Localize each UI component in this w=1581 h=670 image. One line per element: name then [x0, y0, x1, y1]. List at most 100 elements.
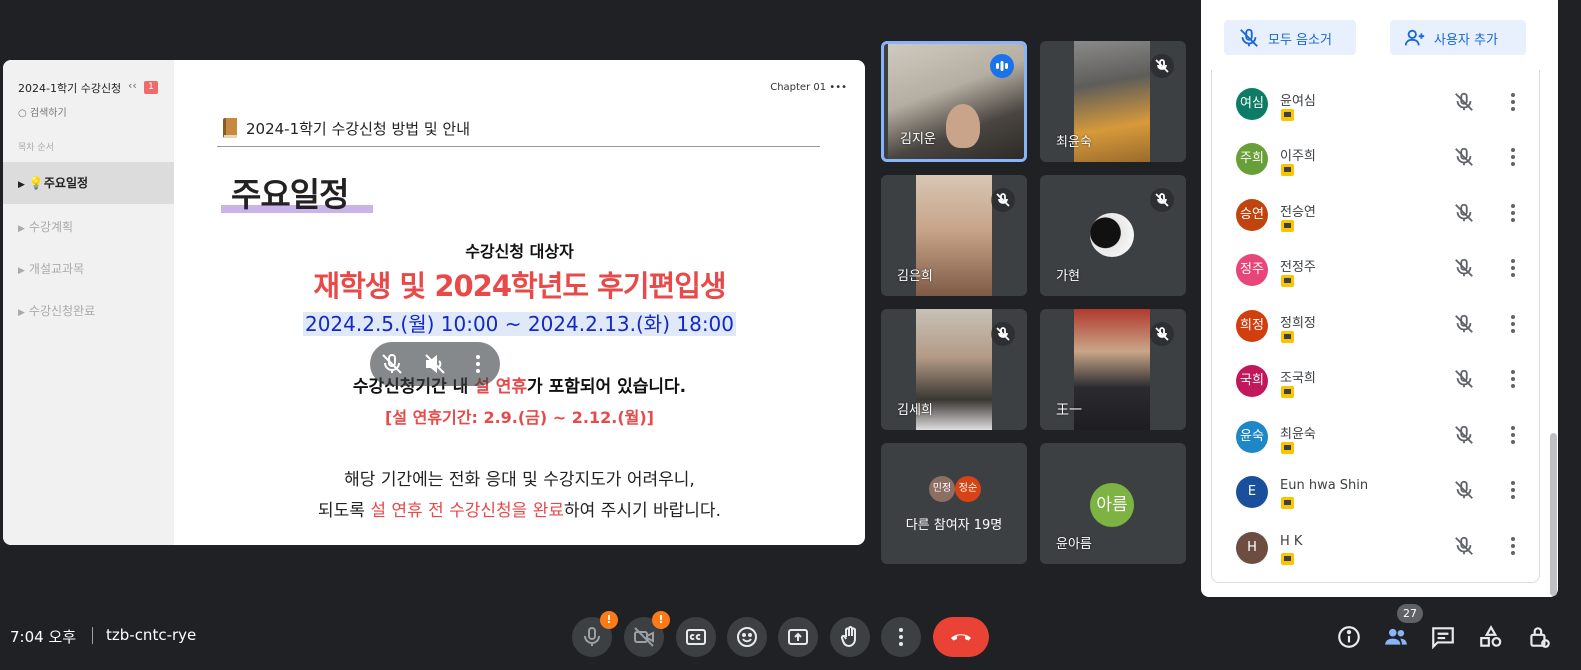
participant-name: 조국희	[1280, 371, 1316, 386]
scrollbar[interactable]	[1550, 433, 1557, 596]
book-icon	[223, 118, 237, 138]
hand-icon	[840, 626, 856, 648]
mic-off-icon[interactable]	[1453, 479, 1475, 501]
participant-tile[interactable]: 김지운	[881, 41, 1027, 162]
activities-icon[interactable]	[1478, 624, 1504, 650]
more-options-button[interactable]	[881, 617, 921, 657]
participant-name: 김은희	[897, 269, 933, 284]
list-item[interactable]: 국희 조국희	[1212, 350, 1541, 405]
avatar	[1090, 213, 1134, 257]
mic-off-icon	[1150, 188, 1174, 212]
mic-off-icon[interactable]	[1453, 313, 1475, 335]
avatar: 승연	[1236, 199, 1268, 231]
notice-text-end: 가 포함되어 있습니다.	[527, 377, 687, 397]
toc-item-label: 개설교과목	[28, 262, 85, 276]
info-highlight: 설 연휴 전 수강신청을 완료	[370, 501, 564, 521]
video-feed	[1074, 309, 1150, 430]
presenting-icon	[1281, 386, 1294, 398]
info-icon[interactable]	[1336, 624, 1362, 650]
captions-button[interactable]	[676, 617, 716, 657]
more-vert-icon[interactable]	[1504, 424, 1522, 446]
list-item[interactable]: 희정 정희정	[1212, 295, 1541, 350]
participant-name: 이주희	[1280, 149, 1316, 164]
raise-hand-button[interactable]	[830, 617, 870, 657]
search-icon: ○	[18, 108, 30, 119]
emoji-button[interactable]	[727, 617, 767, 657]
end-call-button[interactable]	[933, 617, 989, 657]
table-of-contents: 2024-1학기 수강신청 ‹‹ 1 ○ 검색하기 목차 순서 ▶ 💡주요일정 ▶…	[3, 60, 174, 545]
avatar: 국희	[1236, 365, 1268, 397]
chapter-label: Chapter 01 •••	[770, 82, 847, 93]
list-item[interactable]: 주희 이주희	[1212, 128, 1541, 183]
collapse-icon[interactable]: ‹‹	[128, 79, 137, 92]
list-item[interactable]: 윤숙 최윤숙	[1212, 406, 1541, 461]
mic-off-icon[interactable]	[380, 352, 404, 376]
mute-all-label: 모두 음소거	[1268, 33, 1332, 48]
participant-name: Eun hwa Shin	[1280, 478, 1369, 493]
mic-off-icon[interactable]	[1453, 202, 1475, 224]
participant-tile[interactable]: 王一	[1040, 309, 1186, 430]
others-tile[interactable]: 민정 정순 다른 참여자 19명	[881, 443, 1027, 564]
more-vert-icon[interactable]	[1504, 535, 1522, 557]
people-panel: 모두 음소거 사용자 추가 여심 윤여심 주희 이주희 승연 전승연 정주 전정…	[1201, 0, 1558, 597]
presenting-icon	[1281, 331, 1294, 343]
more-vert-icon[interactable]	[1504, 91, 1522, 113]
participant-name: H K	[1280, 534, 1303, 549]
toc-title: 2024-1학기 수강신청	[18, 82, 122, 95]
avatar: 윤숙	[1236, 421, 1268, 453]
registration-period: 2024.2.5.(월) 10:00 ~ 2024.2.13.(화) 18:00	[174, 308, 865, 337]
people-icon[interactable]	[1383, 624, 1409, 650]
info-text-end: 하여 주시기 바랍니다.	[564, 501, 721, 521]
more-vert-icon[interactable]	[1504, 313, 1522, 335]
participant-name: 김지운	[900, 132, 936, 147]
participant-tile[interactable]: 가현	[1040, 175, 1186, 296]
alert-badge: !	[652, 611, 670, 629]
participant-tile[interactable]: 아름 윤아름	[1040, 443, 1186, 564]
mic-icon	[584, 627, 600, 646]
toc-item-schedule[interactable]: ▶ 💡주요일정	[3, 162, 174, 204]
participant-name: 김세희	[897, 403, 933, 418]
presenting-icon	[1281, 164, 1294, 176]
presenting-icon	[1281, 553, 1294, 565]
participant-name: 가현	[1056, 269, 1080, 284]
toc-search[interactable]: ○ 검색하기	[18, 104, 67, 119]
participant-tile[interactable]: 최윤숙	[1040, 41, 1186, 162]
add-people-button[interactable]: 사용자 추가	[1390, 20, 1526, 55]
more-vert-icon[interactable]	[1504, 257, 1522, 279]
list-item[interactable]: H H K	[1212, 517, 1541, 572]
chat-icon[interactable]	[1430, 624, 1456, 650]
camera-button[interactable]: !	[624, 611, 670, 657]
list-item[interactable]: 여심 윤여심	[1212, 73, 1541, 128]
more-icon[interactable]: •••	[829, 82, 847, 93]
mic-off-icon[interactable]	[1453, 91, 1475, 113]
mic-off-icon[interactable]	[1453, 257, 1475, 279]
mic-off-icon[interactable]	[1453, 535, 1475, 557]
microphone-button[interactable]: !	[572, 611, 618, 657]
more-vert-icon[interactable]	[1504, 479, 1522, 501]
volume-off-icon[interactable]	[423, 352, 447, 376]
triangle-right-icon: ▶	[18, 224, 25, 234]
list-item[interactable]: 승연 전승연	[1212, 184, 1541, 239]
more-vert-icon[interactable]	[466, 352, 490, 376]
more-vert-icon[interactable]	[1504, 368, 1522, 390]
list-item[interactable]: E Eun hwa Shin	[1212, 461, 1541, 516]
call-end-icon	[951, 634, 971, 641]
more-vert-icon	[899, 628, 903, 646]
present-button[interactable]	[778, 617, 818, 657]
participant-tile[interactable]: 김은희	[881, 175, 1027, 296]
list-item[interactable]: 정주 전정주	[1212, 239, 1541, 294]
toc-item-complete[interactable]: ▶ 수강신청완료	[3, 290, 174, 332]
more-vert-icon[interactable]	[1504, 202, 1522, 224]
mic-off-icon[interactable]	[1453, 424, 1475, 446]
triangle-right-icon: ▶	[18, 266, 25, 276]
participant-name: 王一	[1056, 403, 1083, 418]
host-controls-icon[interactable]	[1526, 624, 1552, 650]
more-vert-icon[interactable]	[1504, 146, 1522, 168]
toc-item-plan[interactable]: ▶ 수강계획	[3, 206, 174, 248]
mute-all-button[interactable]: 모두 음소거	[1224, 20, 1356, 55]
toc-item-courses[interactable]: ▶ 개설교과목	[3, 248, 174, 290]
participant-tile[interactable]: 김세희	[881, 309, 1027, 430]
mic-off-icon[interactable]	[1453, 146, 1475, 168]
mic-off-icon[interactable]	[1453, 368, 1475, 390]
mic-off-icon	[1150, 322, 1174, 346]
